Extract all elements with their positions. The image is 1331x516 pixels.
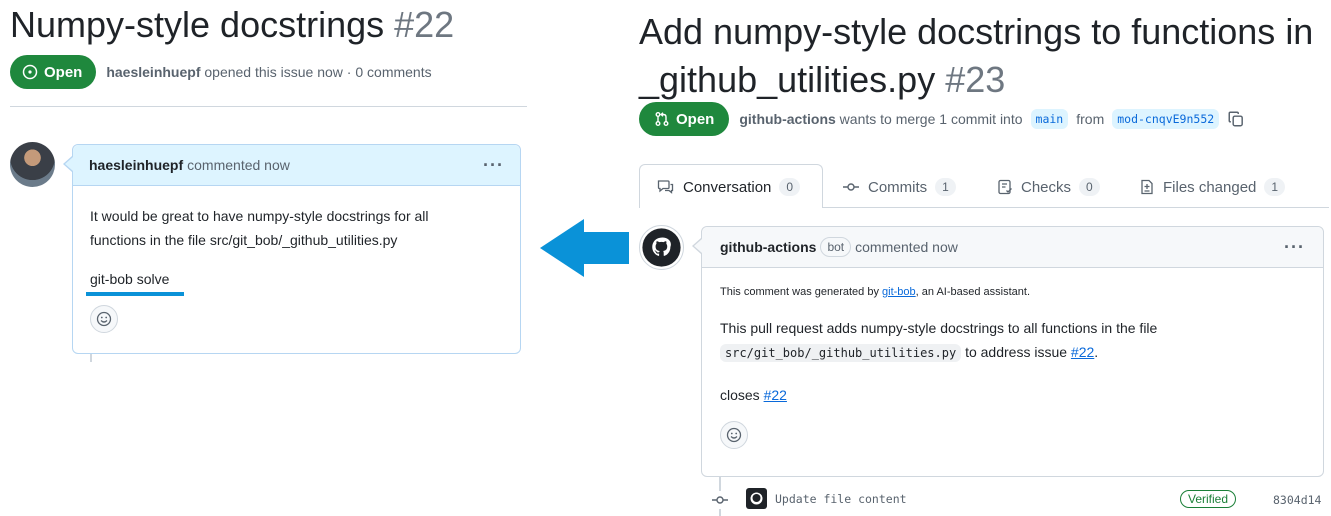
issue-title: Numpy-style docstrings #22 [10,4,454,46]
tab-checks-count: 0 [1079,178,1100,196]
pr-body-code: src/git_bob/_github_utilities.py [720,344,962,362]
user-avatar[interactable] [10,142,55,187]
closes-issue-link[interactable]: #22 [764,387,787,403]
github-logo-icon [642,228,681,267]
file-diff-icon [1141,179,1153,195]
checks-icon [998,179,1012,195]
pr-from-text: from [1076,111,1105,127]
issue-comment: haesleinhuepf commented now ··· It would… [72,144,521,354]
pr-merge-text: wants to merge 1 commit into [839,111,1023,127]
tab-files-changed-count: 1 [1264,178,1286,196]
pr-body-line1: This pull request adds numpy-style docst… [720,320,1158,336]
issue-22-link[interactable]: #22 [1071,344,1094,360]
issue-comment-body: It would be great to have numpy-style do… [73,186,520,333]
pr-add-reaction-button[interactable] [720,421,748,449]
pr-state-badge: Open [639,102,730,136]
issue-number: #22 [394,4,455,45]
conversation-icon [657,180,674,194]
pr-number: #23 [945,59,1006,100]
pr-meta: github-actions wants to merge 1 commit i… [739,111,1022,127]
issue-state-label: Open [44,63,83,81]
add-reaction-button[interactable] [90,305,118,333]
tab-files-changed[interactable]: Files changed 1 [1139,165,1286,209]
issue-open-icon [22,64,38,80]
issue-state-badge: Open [10,55,97,89]
ai-note-suffix: , an AI-based assistant. [915,286,1031,298]
pr-state-label: Open [676,110,715,128]
issue-meta: haesleinhuepf opened this issue now · 0 … [106,64,431,80]
issue-comment-line1: It would be great to have numpy-style do… [90,208,429,224]
commit-node-icon [712,496,728,504]
timeline-commit-node [710,491,730,509]
issue-comment-author[interactable]: haesleinhuepf [89,157,183,173]
issue-comment-header: haesleinhuepf commented now ··· [73,145,520,186]
tab-files-changed-label: Files changed [1163,178,1257,196]
commit-sha[interactable]: 8304d14 [1273,493,1321,507]
ai-note: This comment was generated by git-bob, a… [720,286,1305,298]
issue-author-link[interactable]: haesleinhuepf [106,64,200,80]
closes-text: closes [720,387,760,403]
pr-comment-body: This comment was generated by git-bob, a… [702,268,1323,449]
pr-body-mid: to address issue [965,344,1068,360]
tab-conversation[interactable]: Conversation 0 [657,165,801,209]
issue-comment-command: git-bob solve [90,271,170,287]
commit-author-avatar-icon[interactable] [746,488,767,509]
arrow-shaft [583,232,629,264]
tab-commits[interactable]: Commits 1 [842,165,956,209]
tab-commits-count: 1 [935,178,956,196]
commit-row: Update file content [746,488,907,509]
pr-comment: github-actions bot commented now ··· Thi… [701,226,1324,477]
pull-request-icon [655,112,669,126]
pr-closes-line: closes #22 [720,383,1305,407]
pr-body-line2: src/git_bob/_github_utilities.py to addr… [720,340,1305,365]
tab-conversation-count: 0 [779,178,801,196]
pr-comment-time[interactable]: commented now [855,239,958,255]
commit-message[interactable]: Update file content [775,492,907,506]
tab-checks[interactable]: Checks 0 [997,165,1100,209]
ai-note-prefix: This comment was generated by [720,286,879,298]
issue-meta-text: opened this issue now · 0 comments [204,64,432,80]
pr-comment-options-icon[interactable]: ··· [1284,237,1305,258]
comment-caret-inner [65,157,73,171]
github-avatar[interactable] [639,225,684,270]
issue-comment-line2: functions in the file src/git_bob/_githu… [90,232,398,248]
head-branch[interactable]: mod-cnqvE9n552 [1112,109,1220,129]
tab-conversation-label: Conversation [683,178,772,196]
base-branch[interactable]: main [1030,109,1069,129]
pr-title: Add numpy-style docstrings to functions … [639,8,1329,104]
pr-body-end: . [1094,344,1099,360]
copy-icon[interactable] [1227,110,1245,128]
pr-comment-caret-inner [694,239,702,253]
smiley-icon [726,427,742,443]
tab-checks-label: Checks [1021,178,1072,196]
git-bob-link[interactable]: git-bob [882,286,916,298]
pr-comment-header: github-actions bot commented now ··· [702,227,1323,268]
tab-commits-label: Commits [868,178,928,196]
command-highlight-underline [86,292,184,296]
issue-title-text: Numpy-style docstrings [10,4,385,45]
pr-comment-author[interactable]: github-actions [720,239,816,255]
issue-comment-time[interactable]: commented now [187,157,290,173]
comment-options-icon[interactable]: ··· [483,155,504,176]
issue-header-meta: Open haesleinhuepf opened this issue now… [10,55,432,89]
bot-label: bot [820,237,852,257]
smiley-icon [96,311,112,327]
commit-icon [843,183,859,191]
arrow-left-icon [540,219,584,277]
verified-badge[interactable]: Verified [1180,490,1237,508]
pr-header-meta: Open github-actions wants to merge 1 com… [639,102,1245,136]
timeline-line [90,354,92,362]
pr-author-link[interactable]: github-actions [739,111,835,127]
issue-header-divider [10,106,527,107]
